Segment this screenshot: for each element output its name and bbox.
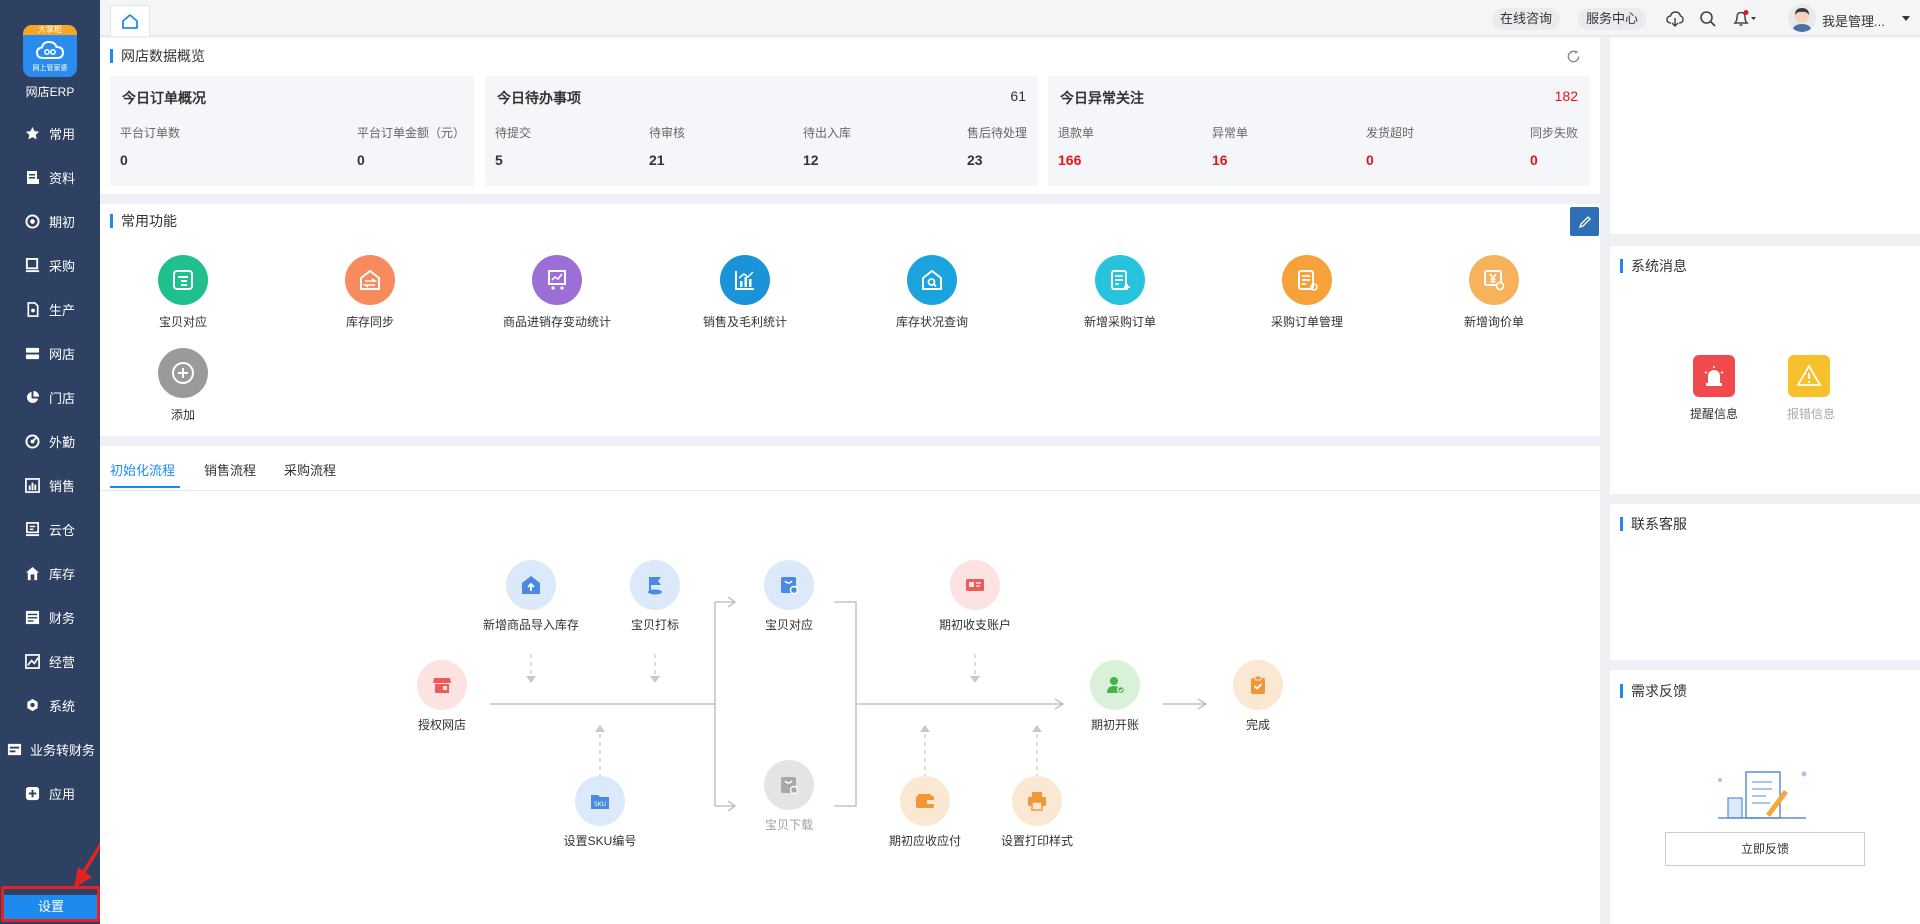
notification-bell-icon[interactable] [1732,10,1758,28]
flow-label: 宝贝打标 [630,618,679,632]
flow-node-print-style[interactable]: 设置打印样式 [977,776,1097,849]
user-name[interactable]: 我是管理... [1822,11,1885,30]
alarm-label[interactable]: 报错信息 [1776,405,1846,422]
chevron-down-icon[interactable] [1902,16,1910,21]
wallet-icon [900,776,950,826]
warning-icon [1797,364,1821,386]
flow-label: 期初应收应付 [888,834,961,848]
flow-label: 宝贝下载 [764,818,813,832]
flow-label: 完成 [1245,718,1270,732]
flow-label: 期初开账 [1090,718,1139,732]
store-icon [417,660,467,710]
account-card-icon [950,560,1000,610]
bag-download-icon [764,760,814,810]
flow-node-open-account[interactable]: 期初开账 [1055,660,1175,733]
flow-label: 期初收支账户 [938,618,1011,632]
contact-title: 联系客服 [1620,517,1687,531]
alarm-button[interactable] [1788,355,1830,397]
bag-link-icon [764,560,814,610]
clipboard-check-icon [1233,660,1283,710]
sku-folder-icon: SKU [575,776,625,826]
avatar[interactable] [1788,4,1816,32]
feedback-button[interactable]: 立即反馈 [1665,832,1865,866]
flow-node-match[interactable]: 宝贝对应 [729,560,849,633]
search-icon[interactable] [1699,10,1717,28]
flow-node-init-payable[interactable]: 期初应收应付 [865,776,985,849]
user-check-icon [1090,660,1140,710]
flow-label: 授权网店 [417,718,466,732]
flow-label: 新增商品导入库存 [482,618,579,632]
flow-label: 设置SKU编号 [563,834,637,848]
system-messages-panel [1610,246,1920,494]
reminder-button[interactable] [1693,355,1735,397]
flow-node-import-stock[interactable]: 新增商品导入库存 [471,560,591,633]
flow-node-done[interactable]: 完成 [1198,660,1318,733]
flow-node-mark[interactable]: 宝贝打标 [595,560,715,633]
feedback-illustration-icon [1718,771,1807,819]
flag-icon [630,560,680,610]
cloud-download-icon[interactable] [1666,10,1684,28]
flow-label: 设置打印样式 [1000,834,1073,848]
flow-label: 宝贝对应 [764,618,813,632]
flow-node-authorize-store[interactable]: 授权网店 [382,660,502,733]
right-top-panel [1610,38,1920,234]
flow-node-sku[interactable]: SKU 设置SKU编号 [540,776,660,849]
import-house-icon [506,560,556,610]
svg-text:SKU: SKU [594,801,606,808]
feedback-title: 需求反馈 [1620,684,1687,698]
printer-icon [1012,776,1062,826]
flow-node-init-account[interactable]: 期初收支账户 [915,560,1035,633]
alarm-light-icon [1704,366,1724,386]
flow-node-download[interactable]: 宝贝下载 [729,760,849,833]
reminder-label[interactable]: 提醒信息 [1679,405,1749,422]
system-messages-title: 系统消息 [1620,259,1687,273]
